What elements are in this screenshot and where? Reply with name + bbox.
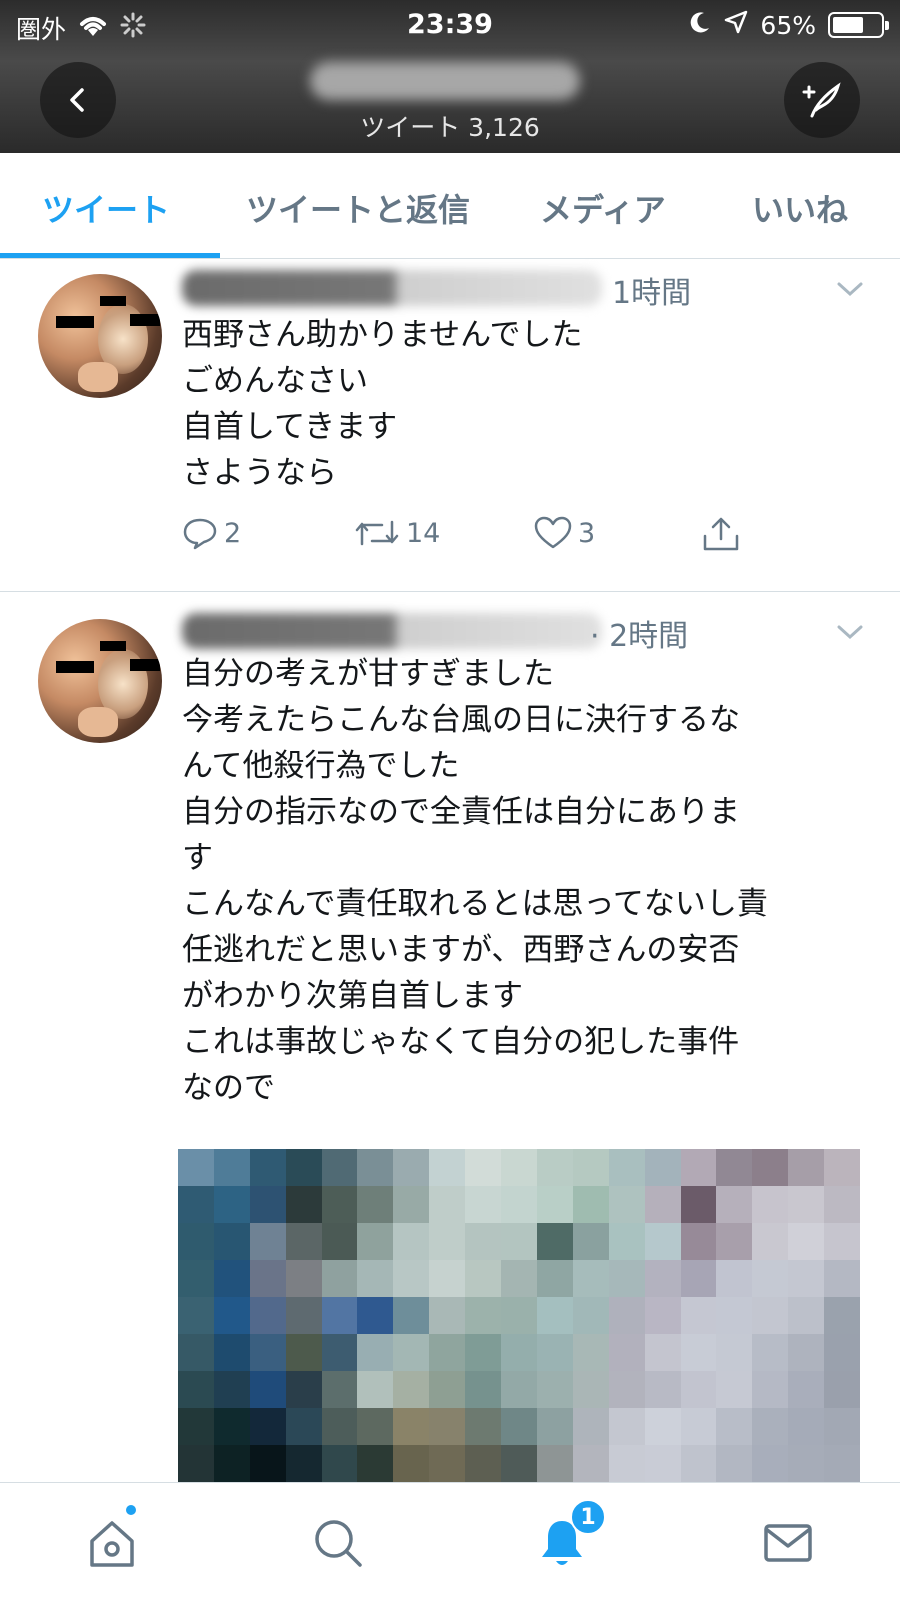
tweet-line: 自分の指示なので全責任は自分にありま	[182, 794, 740, 830]
retweet-button[interactable]: 14	[354, 516, 440, 550]
battery-percent: 65%	[760, 10, 816, 40]
author-name-blurred[interactable]	[182, 270, 602, 306]
avatar[interactable]	[38, 619, 162, 743]
tweet-line: 自分の考えが甘すぎました	[182, 656, 554, 692]
nav-search-button[interactable]	[306, 1511, 370, 1575]
reply-count: 2	[224, 517, 242, 549]
tweet-line: 任逃れだと思いますが、西野さんの安否	[182, 932, 740, 968]
profile-tabs: ツイート ツイートと返信 メディア いいね	[0, 153, 900, 259]
tweet-text: 自分の考えが甘すぎました 今考えたらこんな台風の日に決行するな んて他殺行為でし…	[182, 651, 768, 1111]
tweet-line: ごめんなさい	[182, 363, 368, 399]
tweet-menu-chevron-icon[interactable]	[836, 623, 864, 645]
notifications-badge: 1	[570, 1499, 606, 1535]
retweet-count: 14	[406, 517, 441, 549]
tweet-line: がわかり次第自首します	[182, 978, 523, 1014]
tweet-timestamp: · 2時間	[590, 619, 689, 654]
tweet-actions: 2 14 3	[182, 516, 762, 560]
tweet[interactable]: 1時間 西野さん助かりませんでした ごめんなさい 自首してきます さようなら 2	[0, 260, 900, 592]
active-tab-indicator	[0, 253, 220, 258]
tweet-media-image-pixelated[interactable]	[178, 1149, 860, 1485]
tweet-line: す	[182, 840, 213, 876]
battery-icon	[828, 12, 889, 38]
nav-home-button[interactable]	[80, 1503, 144, 1575]
tweet-line: 今考えたらこんな台風の日に決行するな	[182, 702, 740, 738]
reply-button[interactable]: 2	[182, 516, 241, 550]
like-button[interactable]: 3	[534, 516, 595, 550]
search-icon	[315, 1520, 362, 1567]
twitter-profile-screen: 圏外 23:39 65% ツイート 3,126 ツイート ツイートと返信 メディ…	[0, 0, 900, 1600]
share-icon	[703, 517, 739, 551]
tweet-line: 西野さん助かりませんでした	[182, 317, 583, 353]
nav-notifications-button[interactable]: 1	[530, 1499, 606, 1575]
compose-tweet-button[interactable]	[784, 62, 860, 138]
nav-messages-button[interactable]	[756, 1511, 820, 1575]
tab-tweets[interactable]: ツイート	[42, 185, 170, 231]
location-arrow-icon	[724, 10, 748, 40]
home-icon	[90, 1521, 134, 1567]
tweet-timestamp: 1時間	[612, 276, 692, 311]
author-name-blurred[interactable]	[182, 613, 602, 649]
heart-icon	[534, 516, 572, 549]
reply-icon	[183, 518, 217, 550]
tweet-line: さようなら	[182, 455, 337, 491]
profile-name-blurred	[310, 62, 580, 100]
profile-header: 圏外 23:39 65% ツイート 3,126	[0, 0, 900, 153]
retweet-icon	[355, 520, 399, 546]
avatar[interactable]	[38, 274, 162, 398]
tweet-text: 西野さん助かりませんでした ごめんなさい 自首してきます さようなら	[182, 312, 583, 496]
tweet-line: これは事故じゃなくて自分の犯した事件	[182, 1024, 740, 1060]
tab-likes[interactable]: いいね	[752, 185, 848, 231]
tab-tweets-and-replies[interactable]: ツイートと返信	[246, 185, 470, 231]
status-bar: 圏外 23:39 65%	[0, 0, 900, 50]
messages-envelope-icon	[764, 1524, 812, 1562]
tweet[interactable]: · 2時間 自分の考えが甘すぎました 今考えたらこんな台風の日に決行するな んて…	[0, 593, 900, 1485]
tweet-line: んて他殺行為でした	[182, 748, 460, 784]
tweet-menu-chevron-icon[interactable]	[836, 280, 864, 302]
bottom-navigation: 1	[0, 1482, 900, 1600]
moon-icon	[688, 10, 712, 40]
share-button[interactable]	[702, 516, 740, 552]
tweet-line: 自首してきます	[182, 409, 398, 445]
like-count: 3	[578, 517, 596, 549]
tweet-line: なので	[182, 1070, 275, 1106]
tab-media[interactable]: メディア	[540, 185, 666, 231]
compose-feather-icon	[802, 82, 841, 118]
home-unread-dot	[124, 1503, 138, 1517]
tweet-count: ツイート 3,126	[360, 113, 540, 142]
tweet-line: こんなんで責任取れるとは思ってないし責	[182, 886, 768, 922]
